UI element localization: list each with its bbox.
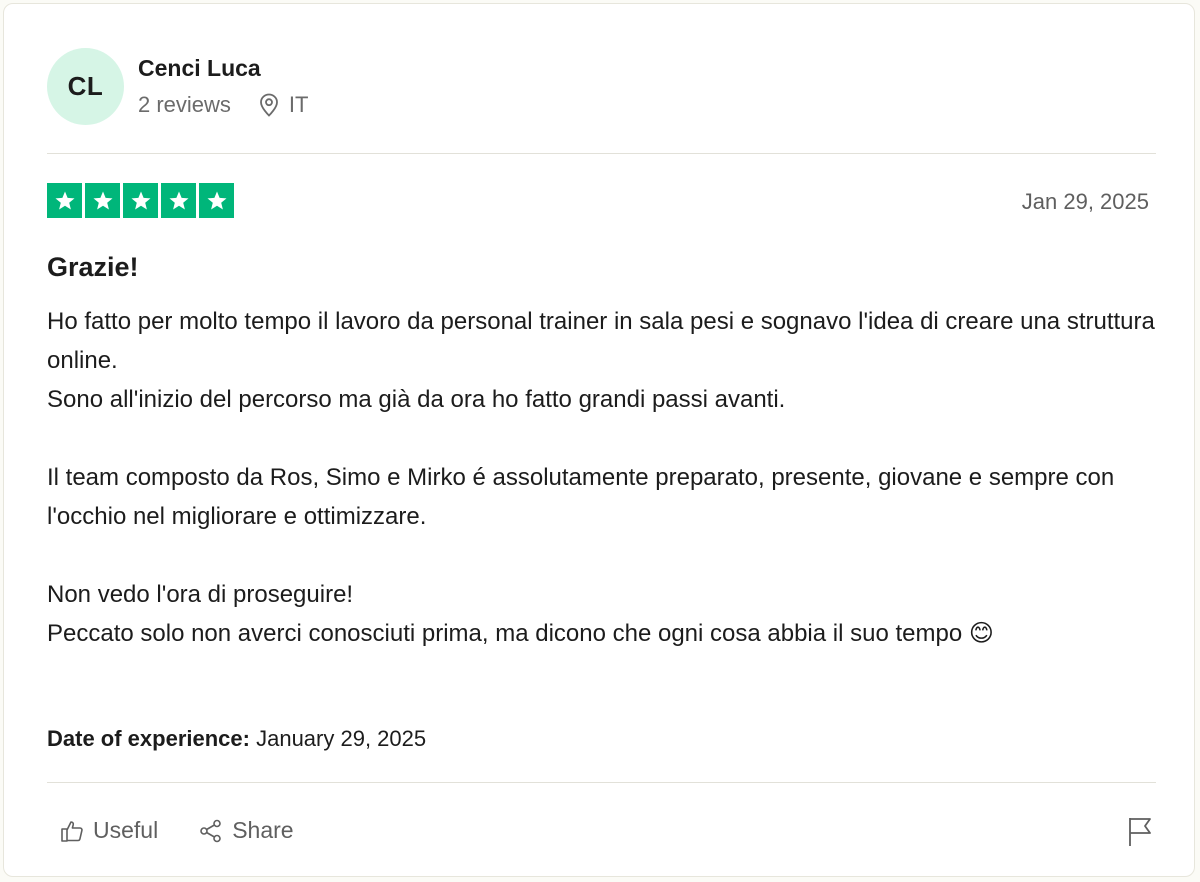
- star-rating: [47, 183, 237, 218]
- share-label: Share: [232, 817, 294, 843]
- avatar[interactable]: CL: [47, 48, 124, 125]
- star-icon: [169, 191, 188, 209]
- review-text-line: Il team composto da Ros, Simo e Mirko é …: [47, 464, 1115, 530]
- rating-star: [47, 183, 82, 218]
- share-button[interactable]: Share: [198, 817, 294, 844]
- useful-label: Useful: [93, 817, 159, 843]
- date-of-experience: Date of experience: January 29, 2025: [47, 726, 426, 752]
- review-card: CL Cenci Luca 2 reviews IT Jan 29, 2025 …: [3, 3, 1195, 877]
- rating-star: [85, 183, 120, 218]
- country-code: IT: [288, 92, 309, 117]
- review-title[interactable]: Grazie!: [47, 252, 139, 283]
- star-icon: [93, 191, 112, 209]
- review-text-line: Sono all'inizio del percorso ma già da o…: [47, 386, 786, 413]
- rating-star: [123, 183, 158, 218]
- review-text-line: Ho fatto per molto tempo il lavoro da pe…: [47, 308, 1155, 374]
- review-count: 2 reviews: [138, 92, 231, 117]
- thumbs-up-icon: [61, 820, 83, 842]
- experience-label: Date of experience:: [47, 726, 250, 751]
- report-button[interactable]: [1126, 815, 1154, 852]
- review-body: Ho fatto per molto tempo il lavoro da pe…: [47, 302, 1162, 653]
- footer-divider: [47, 782, 1156, 783]
- location-pin-icon: [260, 93, 278, 117]
- consumer-location: IT: [259, 92, 309, 118]
- review-date: Jan 29, 2025: [1021, 189, 1149, 214]
- star-icon: [55, 191, 74, 209]
- consumer-meta: 2 reviews IT: [138, 92, 308, 118]
- useful-button[interactable]: Useful: [59, 817, 158, 844]
- flag-icon: [1129, 818, 1151, 846]
- review-actions: Useful Share: [59, 817, 334, 844]
- consumer-name[interactable]: Cenci Luca: [138, 54, 308, 82]
- experience-date: January 29, 2025: [256, 726, 427, 751]
- rating-star: [199, 183, 234, 218]
- header-divider: [47, 153, 1156, 154]
- share-icon: [200, 819, 222, 842]
- rating-star: [161, 183, 196, 218]
- consumer-header: CL Cenci Luca 2 reviews IT: [47, 48, 308, 128]
- star-icon: [131, 191, 150, 209]
- review-text-line: Non vedo l'ora di proseguire!: [47, 581, 354, 608]
- consumer-info: Cenci Luca 2 reviews IT: [138, 48, 308, 118]
- star-icon: [207, 191, 226, 209]
- review-text-line: Peccato solo non averci conosciuti prima…: [47, 620, 994, 647]
